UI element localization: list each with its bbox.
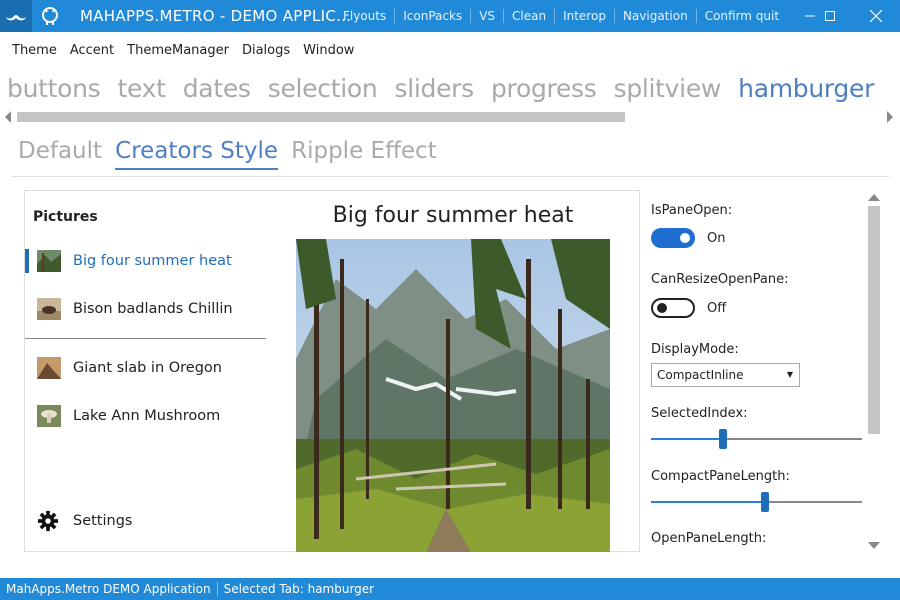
slider-fill [651,501,765,503]
selected-index-label: SelectedIndex: [651,406,748,421]
confirm-quit-command[interactable]: Confirm quit [695,9,787,23]
main-tab-strip: buttons text dates selection sliders pro… [7,74,887,110]
pane-item-big-four[interactable]: Big four summer heat [25,241,266,281]
toggle-knob [657,303,667,313]
display-mode-combo[interactable]: CompactInline ▼ [651,363,800,387]
interop-command[interactable]: Interop [554,9,614,23]
tab-splitview[interactable]: splitview [614,74,722,103]
image-thumbnail-icon [37,357,61,379]
pane-item-label: Bison badlands Chillin [73,301,233,317]
chevron-down-icon[interactable] [868,542,880,549]
display-mode-label: DisplayMode: [651,342,739,357]
navigation-command[interactable]: Navigation [613,9,696,23]
tab-progress[interactable]: progress [491,74,597,103]
tab-dates[interactable]: dates [183,74,251,103]
pane-item-label: Giant slab in Oregon [73,360,222,376]
can-resize-label: CanResizeOpenPane: [651,272,789,287]
iconpacks-command[interactable]: IconPacks [394,9,470,23]
mustache-logo-icon[interactable] [0,0,32,32]
menu-theme[interactable]: Theme [6,40,63,62]
tab-default[interactable]: Default [18,138,102,168]
github-icon[interactable] [34,0,66,32]
vs-command[interactable]: VS [470,9,503,23]
pane-separator [25,338,266,339]
compact-pane-length-label: CompactPaneLength: [651,469,790,484]
can-resize-value: Off [707,301,727,316]
pane-header: Pictures [33,209,98,225]
can-resize-toggle[interactable] [651,298,695,318]
menu-bar: Theme Accent ThemeManager Dialogs Window [0,40,360,62]
chevron-up-icon[interactable] [868,194,880,201]
tab-selection[interactable]: selection [268,74,378,103]
is-pane-open-toggle[interactable] [651,228,695,248]
maximize-button[interactable] [810,0,850,32]
selection-indicator [25,249,29,273]
settings-gear-icon [37,510,59,532]
window-title: MAHAPPS.METRO - DEMO APPLIC... [80,7,352,25]
pane-item-bison[interactable]: Bison badlands Chillin [25,289,266,329]
chevron-down-icon: ▼ [786,370,793,379]
tab-text[interactable]: text [117,74,165,103]
is-pane-open-value: On [707,231,726,246]
settings-item[interactable]: Settings [25,501,266,541]
close-button[interactable] [856,0,896,32]
slider-fill [651,438,723,440]
properties-vertical-scrollbar[interactable] [865,190,885,552]
tab-buttons[interactable]: buttons [7,74,101,103]
content-title: Big four summer heat [332,203,574,228]
clean-command[interactable]: Clean [503,9,554,23]
status-bar: MahApps.Metro DEMO Application Selected … [0,578,900,600]
window-commands: Flyouts IconPacks VS Clean Interop Navig… [335,0,787,32]
slider-thumb[interactable] [760,492,769,512]
tab-ripple-effect[interactable]: Ripple Effect [291,138,437,168]
menu-dialogs[interactable]: Dialogs [236,40,296,62]
tab-sliders[interactable]: sliders [395,74,475,103]
hamburger-pane: Pictures Big four summer heat Bison badl… [25,191,266,551]
status-app-name: MahApps.Metro DEMO Application [0,582,218,596]
menu-accent[interactable]: Accent [64,40,120,62]
tab-hamburger[interactable]: hamburger [738,74,874,103]
scrollbar-thumb[interactable] [868,206,880,434]
tab-divider [12,176,889,177]
image-thumbnail-icon [37,405,61,427]
tab-horizontal-scrollbar[interactable] [0,108,900,126]
open-pane-length-label: OpenPaneLength: [651,531,767,546]
toggle-knob [680,233,690,243]
sub-tab-strip: Default Creators Style Ripple Effect [18,138,445,178]
is-pane-open-label: IsPaneOpen: [651,203,733,218]
title-bar: MAHAPPS.METRO - DEMO APPLIC... Flyouts I… [0,0,900,32]
hamburger-menu: Pictures Big four summer heat Bison badl… [24,190,640,552]
pane-item-giant-slab[interactable]: Giant slab in Oregon [25,348,266,388]
pane-item-label: Lake Ann Mushroom [73,408,221,424]
pane-item-lake-ann[interactable]: Lake Ann Mushroom [25,396,266,436]
chevron-left-icon[interactable] [5,111,12,123]
content-photo [296,239,610,552]
scrollbar-thumb[interactable] [17,112,625,122]
close-icon [870,10,882,22]
slider-thumb[interactable] [718,429,727,449]
flyouts-command[interactable]: Flyouts [335,9,394,23]
status-selected-tab: Selected Tab: hamburger [223,582,375,596]
tab-creators-style[interactable]: Creators Style [115,138,279,170]
properties-panel: IsPaneOpen: On CanResizeOpenPane: Off Di… [650,190,865,550]
chevron-right-icon[interactable] [887,111,894,123]
settings-label: Settings [73,513,133,529]
image-thumbnail-icon [37,250,61,272]
selected-index-slider[interactable] [651,429,862,449]
maximize-icon [825,11,835,21]
menu-thememanager[interactable]: ThemeManager [121,40,235,62]
menu-window[interactable]: Window [297,40,360,62]
display-mode-value: CompactInline [657,368,744,382]
pane-item-label: Big four summer heat [73,253,232,269]
compact-pane-length-slider[interactable] [651,492,862,512]
image-thumbnail-icon [37,298,61,320]
